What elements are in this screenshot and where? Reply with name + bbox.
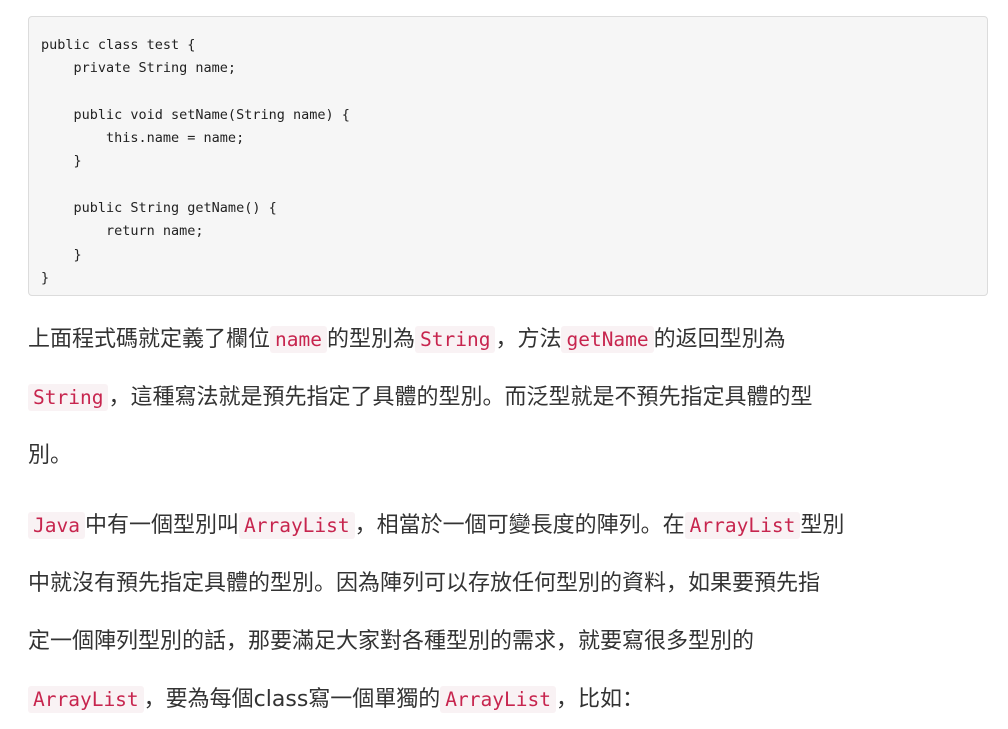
- text-segment: 別。: [28, 443, 73, 468]
- inline-code: ArrayList: [28, 686, 144, 713]
- text-segment: 的返回型別為: [653, 327, 786, 352]
- code-line: }: [41, 246, 82, 263]
- code-line: return name;: [41, 223, 204, 240]
- inline-code: getName: [561, 326, 654, 353]
- text-segment: 中有一個型別叫: [84, 513, 239, 538]
- text-segment: 中就沒有預先指定具體的型別。因為陣列可以存放任何型別的資料，如果要預先指: [28, 571, 821, 596]
- inline-code: Java: [28, 512, 85, 539]
- text-segment: 型別: [800, 513, 845, 538]
- text-segment: 上面程式碼就定義了欄位: [28, 327, 271, 352]
- paragraph-type-explanation: 上面程式碼就定義了欄位 name 的型別為 String ，方法 getName 的返回型別…: [28, 311, 996, 485]
- code-block: public class test { private String name;…: [28, 16, 988, 296]
- code-line: public class test {: [41, 37, 196, 53]
- inline-code: name: [270, 326, 327, 353]
- text-segment: ，相當於一個可變長度的陣列。在: [354, 513, 685, 538]
- code-line: public void setName(String name) {: [41, 106, 350, 123]
- code-line: this.name = name;: [41, 130, 245, 147]
- inline-code: String: [28, 384, 109, 411]
- code-line: private String name;: [41, 60, 237, 77]
- paragraph-line: 定一個陣列型別的話，那要滿足大家對各種型別的需求，就要寫很多型別的: [28, 613, 996, 671]
- paragraph-line: Java 中有一個型別叫 ArrayList ，相當於一個可變長度的陣列。在 Array…: [28, 497, 996, 555]
- text-segment: 定一個陣列型別的話，那要滿足大家對各種型別的需求，就要寫很多型別的: [28, 629, 755, 654]
- text-segment: ，方法: [495, 327, 562, 352]
- inline-code: String: [415, 326, 496, 353]
- text-segment: ，這種寫法就是預先指定了具體的型別。而泛型就是不預先指定具體的型: [108, 385, 813, 410]
- paragraph-line: ArrayList ，要為每個class寫一個單獨的 ArrayList ，比如：: [28, 671, 996, 729]
- inline-code: ArrayList: [238, 512, 355, 539]
- text-segment: ，要為每個class寫一個單獨的: [143, 687, 441, 712]
- inline-code: ArrayList: [684, 512, 801, 539]
- text-segment: ，比如：: [555, 687, 644, 712]
- inline-code: ArrayList: [440, 686, 556, 713]
- code-line: }: [41, 153, 82, 170]
- text-segment: 的型別為: [326, 327, 415, 352]
- code-line: public String getName() {: [41, 200, 277, 217]
- code-line: }: [41, 269, 50, 286]
- paragraph-line: 中就沒有預先指定具體的型別。因為陣列可以存放任何型別的資料，如果要預先指: [28, 555, 996, 613]
- paragraph-arraylist: Java 中有一個型別叫 ArrayList ，相當於一個可變長度的陣列。在 Array…: [28, 497, 996, 729]
- paragraph-line: 別。: [28, 427, 996, 485]
- paragraph-line: 上面程式碼就定義了欄位 name 的型別為 String ，方法 getName 的返回型別…: [28, 311, 996, 369]
- paragraph-line: String ，這種寫法就是預先指定了具體的型別。而泛型就是不預先指定具體的型: [28, 369, 996, 427]
